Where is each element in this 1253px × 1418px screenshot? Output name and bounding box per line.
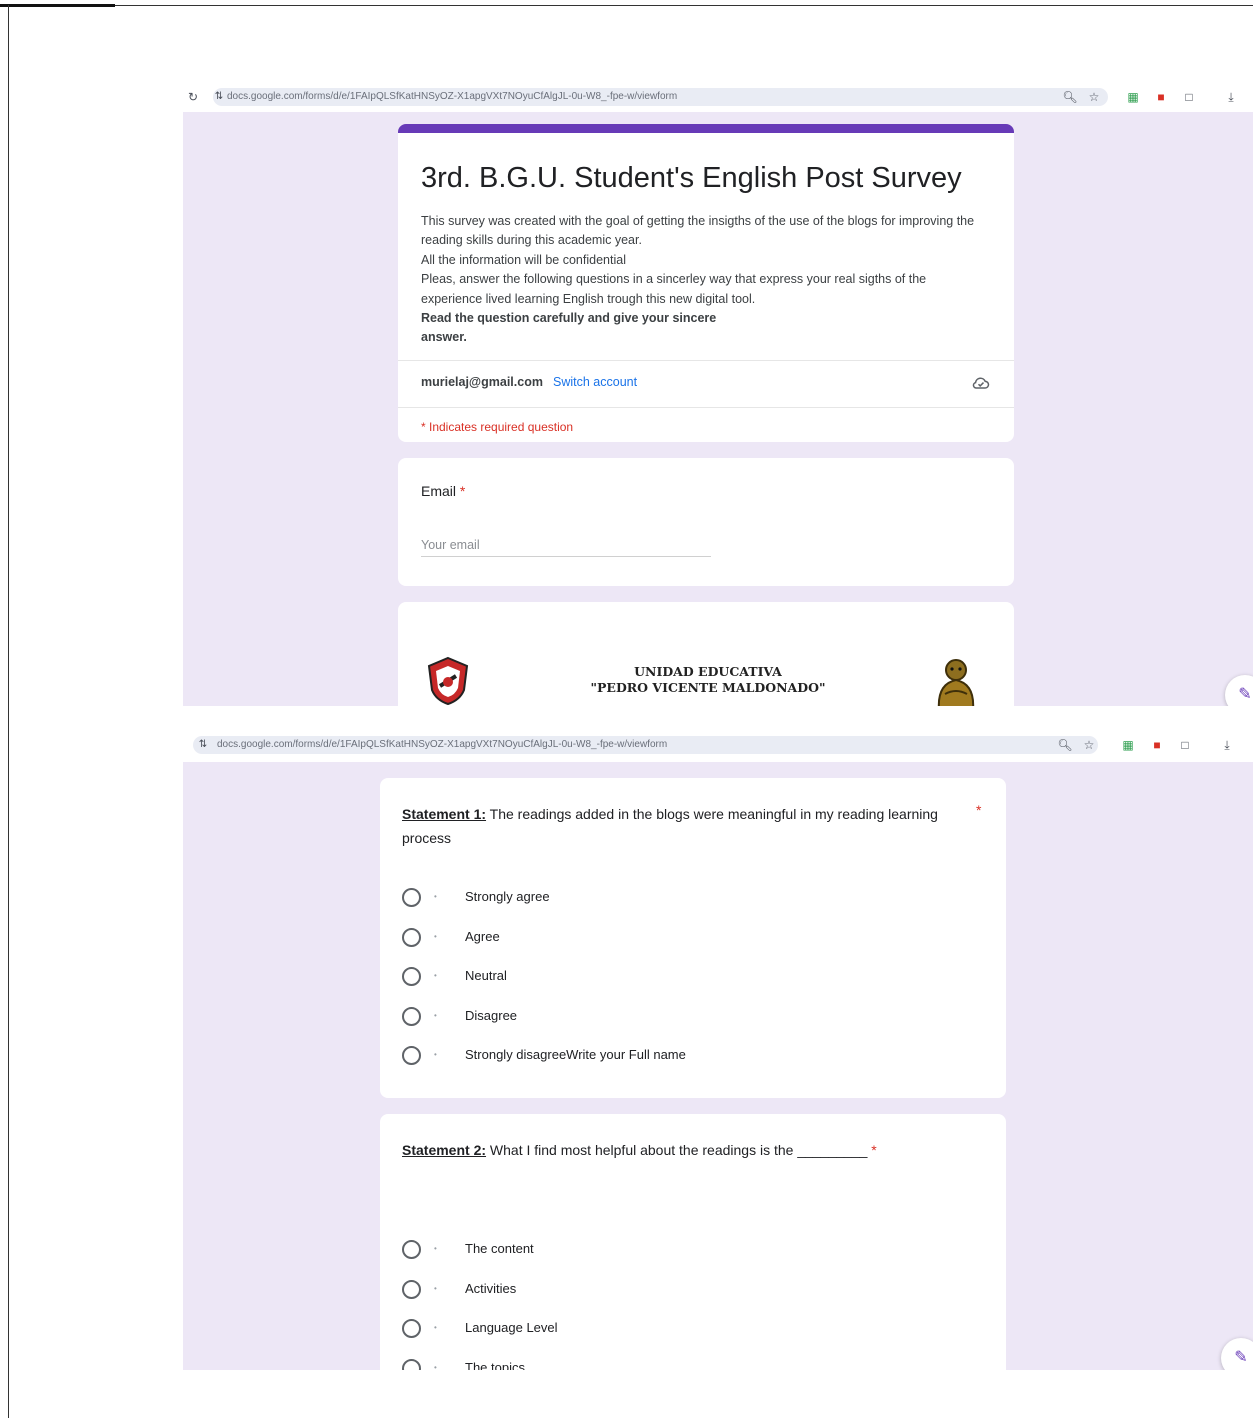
option-dot: • <box>434 892 437 901</box>
zoom-icon[interactable]: 🔍︎ <box>1062 89 1078 105</box>
email-question-card: Email * <box>398 458 1014 586</box>
download-icon[interactable]: ⤓ <box>1219 737 1235 753</box>
required-note: * Indicates required question <box>421 420 574 434</box>
option-label: The content <box>465 1241 534 1256</box>
radio-button[interactable] <box>402 888 421 907</box>
option-label: Disagree <box>465 1007 518 1023</box>
extension-sheets-icon[interactable]: ▦ <box>1125 89 1141 105</box>
download-icon[interactable]: ⤓ <box>1223 89 1239 105</box>
school-shield-logo <box>427 656 469 706</box>
description-line: This survey was created with the goal of… <box>421 214 975 248</box>
frame-left-border <box>8 5 9 1418</box>
radio-button[interactable] <box>402 1006 421 1026</box>
address-bar[interactable]: ⇅ docs.google.com/forms/d/e/1FAIpQLSfKat… <box>193 736 1098 754</box>
statement-2-card: Statement 2: What I find most helpful ab… <box>380 1114 1006 1370</box>
account-row: murielaj@gmail.com Switch account <box>398 360 1014 407</box>
option-label: Strongly disagreeWrite your Full name <box>465 1047 686 1062</box>
edit-pencil-button[interactable]: ✎ <box>1225 675 1253 706</box>
description-bold-line: Read the question carefully and give you… <box>421 311 717 345</box>
radio-button[interactable] <box>402 1240 421 1259</box>
statement-2-text: What I find most helpful about the readi… <box>486 1142 868 1158</box>
statement-1-question: Statement 1: The readings added in the b… <box>402 802 962 850</box>
option-label: Activities <box>465 1280 517 1296</box>
required-asterisk: * <box>976 802 982 818</box>
option-dot: • <box>434 931 437 941</box>
statement-1-prefix: Statement 1: <box>402 806 487 822</box>
radio-button[interactable] <box>402 1319 421 1338</box>
option-label: The topics <box>465 1359 525 1371</box>
radio-button[interactable] <box>402 1046 421 1065</box>
header-image-card: UNIDAD EDUCATIVA "PEDRO VICENTE MALDONAD… <box>398 602 1014 706</box>
frame-tab-mark <box>0 4 115 7</box>
extension-red-icon[interactable]: ■ <box>1153 89 1169 105</box>
extensions-puzzle-icon[interactable]: □ <box>1177 737 1193 753</box>
required-asterisk: * <box>871 1142 877 1158</box>
radio-button[interactable] <box>402 1279 421 1299</box>
form-background: 3rd. B.G.U. Student's English Post Surve… <box>183 112 1253 706</box>
radio-button[interactable] <box>402 1358 421 1370</box>
option-dot: • <box>434 971 437 980</box>
option-dot: • <box>434 1050 437 1059</box>
email-label-text: Email <box>421 483 457 499</box>
screenshot-form-header: ↻ ⇅ docs.google.com/forms/d/e/1FAIpQLSfK… <box>183 82 1253 706</box>
form-description: This survey was created with the goal of… <box>421 212 981 348</box>
option-dot: • <box>434 1244 437 1253</box>
edit-pencil-button[interactable]: ✎ <box>1221 1338 1253 1370</box>
screenshot-form-questions: ⇅ docs.google.com/forms/d/e/1FAIpQLSfKat… <box>183 730 1253 1370</box>
radio-button[interactable] <box>402 927 421 947</box>
option-label: Language Level <box>465 1320 558 1335</box>
frame-top-border <box>0 5 1253 6</box>
bookmark-star-icon[interactable]: ☆ <box>1081 737 1097 753</box>
statement-2-prefix: Statement 2: <box>402 1142 487 1158</box>
email-question-label: Email * <box>421 483 465 499</box>
zoom-icon[interactable]: 🔍︎ <box>1057 737 1073 753</box>
option-label: Neutral <box>465 968 507 983</box>
browser-toolbar: ⇅ docs.google.com/forms/d/e/1FAIpQLSfKat… <box>183 730 1253 762</box>
required-asterisk: * <box>459 483 466 499</box>
statement-1-card: Statement 1: The readings added in the b… <box>380 778 1006 1098</box>
extension-red-icon[interactable]: ■ <box>1149 737 1165 753</box>
extension-sheets-icon[interactable]: ▦ <box>1120 737 1136 753</box>
mascot-logo <box>937 659 975 706</box>
address-bar[interactable]: ⇅ docs.google.com/forms/d/e/1FAIpQLSfKat… <box>213 88 1108 106</box>
cloud-save-icon <box>972 377 990 389</box>
switch-account-link[interactable]: Switch account <box>553 375 637 389</box>
description-line: Pleas, answer the following questions in… <box>421 272 927 306</box>
form-background: Statement 1: The readings added in the b… <box>183 762 1253 1370</box>
url-text: docs.google.com/forms/d/e/1FAIpQLSfKatHN… <box>217 739 668 750</box>
site-info-icon[interactable]: ⇅ <box>195 737 211 753</box>
bookmark-star-icon[interactable]: ☆ <box>1086 89 1102 105</box>
option-label: Strongly agree <box>465 889 550 904</box>
school-name-line2: "PEDRO VICENTE MALDONADO" <box>590 680 826 695</box>
email-field[interactable] <box>421 534 711 557</box>
site-info-icon[interactable]: ⇅ <box>211 89 227 105</box>
option-dot: • <box>434 1283 437 1293</box>
radio-button[interactable] <box>402 967 421 986</box>
url-text: docs.google.com/forms/d/e/1FAIpQLSfKatHN… <box>227 91 678 102</box>
required-note-row: * Indicates required question <box>398 407 1014 442</box>
school-name: UNIDAD EDUCATIVA "PEDRO VICENTE MALDONAD… <box>518 664 898 696</box>
reload-icon[interactable]: ↻ <box>185 89 201 105</box>
form-header-card: 3rd. B.G.U. Student's English Post Surve… <box>398 124 1014 442</box>
school-name-line1: UNIDAD EDUCATIVA <box>634 664 782 679</box>
statement-2-question: Statement 2: What I find most helpful ab… <box>402 1138 962 1162</box>
account-email: murielaj@gmail.com <box>421 375 543 389</box>
option-dot: • <box>434 1010 437 1020</box>
description-line: All the information will be confidential <box>421 252 626 267</box>
accent-strip <box>398 124 1014 133</box>
option-dot: • <box>434 1362 437 1371</box>
option-dot: • <box>434 1323 437 1332</box>
extensions-puzzle-icon[interactable]: □ <box>1181 89 1197 105</box>
browser-toolbar: ↻ ⇅ docs.google.com/forms/d/e/1FAIpQLSfK… <box>183 82 1253 112</box>
form-title: 3rd. B.G.U. Student's English Post Surve… <box>421 162 962 194</box>
option-label: Agree <box>465 928 500 944</box>
